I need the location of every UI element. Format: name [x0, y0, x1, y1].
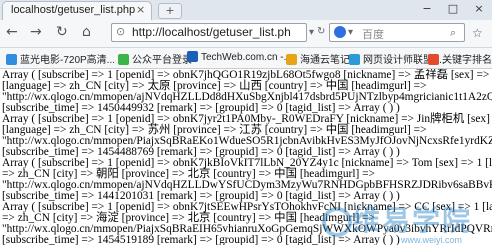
navigation-bar: ← → ↻ ⌂ ⊙ http://localhost/getuser_list.… [0, 20, 492, 48]
bookmark-favicon-icon [428, 54, 439, 65]
search-placeholder: 百度 [362, 28, 384, 41]
bookmark-favicon-icon [6, 54, 17, 65]
tab-close-icon[interactable]: × [136, 3, 145, 16]
minimize-button[interactable]: − [414, 0, 440, 18]
tab-title: localhost/getuser_list.php [11, 4, 136, 16]
bookmark-favicon-icon [286, 54, 297, 65]
reload-button[interactable]: ↻ [56, 24, 68, 40]
forward-button[interactable]: → [30, 24, 42, 40]
watermark-logo-icon [322, 207, 352, 237]
bookmark-favicon-icon [187, 51, 198, 62]
search-engine-chevron-icon[interactable]: ▾ [348, 27, 353, 38]
bookmark-item[interactable]: 蓝光电影-720P高清... [6, 51, 115, 66]
maximize-button[interactable]: □ [440, 0, 466, 18]
star-icon[interactable]: ☆ [472, 26, 483, 40]
bookmark-item[interactable]: 公众平台登录 [118, 51, 192, 66]
back-button[interactable]: ← [6, 24, 18, 40]
search-box[interactable]: ▾ 百度 ⌕ [329, 23, 465, 42]
watermark-url: www.weiyi.com [400, 235, 462, 245]
page-content: Array ( [subscribe] => 1 [openid] => obn… [0, 69, 492, 245]
bookmark-favicon-icon [349, 54, 360, 65]
new-tab-button[interactable]: + [158, 3, 182, 19]
page-icon: ⊙ [116, 25, 126, 38]
bookmark-item[interactable]: TechWeb.com.cn -... [187, 51, 292, 65]
title-bar: localhost/getuser_list.php × + − □ × [0, 0, 492, 20]
close-window-button[interactable]: × [466, 0, 492, 18]
url-text[interactable]: http://localhost/getuser_list.ph [132, 25, 291, 39]
watermark: 维易学院 [352, 199, 472, 239]
tab-active[interactable]: localhost/getuser_list.php × [2, 1, 152, 20]
address-bar[interactable]: ⊙ http://localhost/getuser_list.ph [111, 23, 307, 42]
bookmark-item[interactable]: 关键字排名 [428, 51, 492, 66]
bookmark-item[interactable]: 海通云笔记 [286, 51, 350, 66]
search-icon[interactable]: ⌕ [450, 26, 456, 40]
watermark-text: 维易学院 [351, 204, 472, 237]
bookmarks-bar: 蓝光电影-720P高清... 公众平台登录 TechWeb.com.cn -..… [0, 48, 492, 69]
dropdown-chevron-icon[interactable]: ▾ [309, 27, 314, 38]
url-reload-icon[interactable]: ↻ [317, 26, 325, 37]
home-button[interactable]: ⌂ [82, 24, 91, 40]
bookmark-favicon-icon [118, 54, 129, 65]
baidu-logo-icon [334, 26, 346, 38]
